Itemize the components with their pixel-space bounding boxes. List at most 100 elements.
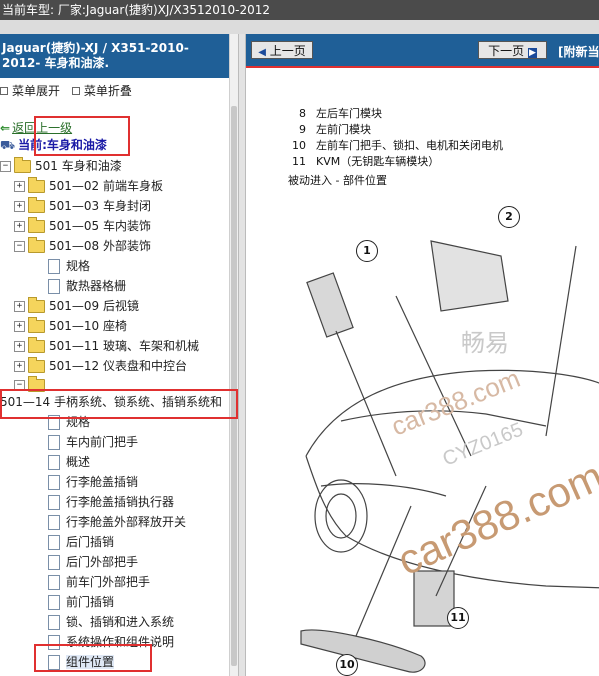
callout-11: 11 bbox=[447, 607, 469, 629]
expand-toggle-icon[interactable]: + bbox=[14, 181, 25, 192]
tree-panel: Jaguar(捷豹)-XJ / X351-2010- 2012- 车身和油漆. … bbox=[0, 34, 238, 676]
module-10 bbox=[300, 629, 426, 673]
window-title-bar: 当前车型: 厂家:Jaguar(捷豹)XJ/X3512010-2012 bbox=[0, 0, 599, 20]
tree-item-501-05[interactable]: +501—05 车内装饰 bbox=[14, 216, 151, 236]
legend-item: 11 KVM（无钥匙车辆模块） bbox=[288, 154, 503, 170]
tree-leaf-front-handle[interactable]: 前车门外部把手 bbox=[48, 572, 150, 592]
folder-icon bbox=[28, 237, 45, 253]
callout-10: 10 bbox=[336, 654, 358, 676]
legend-list: 8 左后车门模块 9 左前门模块 10 左前车门把手、锁扣、电机和关闭电机 11 KVM… bbox=[288, 106, 503, 170]
next-page-button[interactable]: 下一页 ▶ bbox=[478, 41, 547, 59]
menu-expand-button[interactable]: 菜单展开 bbox=[0, 84, 64, 98]
callout-2: 2 bbox=[498, 206, 520, 228]
tree-leaf-trunk-actuator[interactable]: 行李舱盖插销执行器 bbox=[48, 492, 174, 512]
tree-scrollbar-thumb[interactable] bbox=[231, 106, 237, 666]
expand-toggle-icon[interactable]: + bbox=[14, 341, 25, 352]
legend-text: 左前门模块 bbox=[316, 123, 371, 136]
document-icon bbox=[48, 535, 60, 550]
document-icon bbox=[48, 259, 60, 274]
tree-leaf-specs[interactable]: 规格 bbox=[48, 256, 90, 276]
legend-text: 左后车门模块 bbox=[316, 107, 382, 120]
folder-icon bbox=[28, 177, 45, 193]
document-icon bbox=[48, 595, 60, 610]
tree-leaf-specs-14[interactable]: 规格 bbox=[48, 412, 90, 432]
tree-item-501-11[interactable]: +501—11 玻璃、车架和机械 bbox=[14, 336, 199, 356]
folder-icon bbox=[28, 197, 45, 213]
tree-item-label: 概述 bbox=[66, 455, 91, 469]
back-link-label: 返回上一级 bbox=[12, 121, 73, 135]
callout-1: 1 bbox=[356, 240, 378, 262]
tree-item-label: 车内前门把手 bbox=[66, 435, 139, 449]
tree-leaf-component-location[interactable]: 组件位置 bbox=[48, 652, 115, 672]
toolbar-spacer bbox=[0, 20, 599, 34]
collapse-toggle-icon[interactable]: − bbox=[14, 380, 25, 391]
tree-root-501[interactable]: − 501 车身和油漆 bbox=[0, 156, 122, 176]
tree-item-label: 规格 bbox=[66, 259, 91, 273]
section-header-line2: 2012- 车身和油漆. bbox=[2, 56, 110, 70]
folder-icon bbox=[28, 357, 45, 373]
folder-icon bbox=[28, 376, 45, 392]
tree-leaf-overview[interactable]: 概述 bbox=[48, 452, 90, 472]
expand-toggle-icon[interactable]: + bbox=[14, 321, 25, 332]
tree-item-501-03[interactable]: +501—03 车身封闭 bbox=[14, 196, 151, 216]
document-icon bbox=[48, 495, 60, 510]
section-header: Jaguar(捷豹)-XJ / X351-2010- 2012- 车身和油漆. bbox=[0, 34, 238, 78]
folder-icon bbox=[28, 217, 45, 233]
tree-item-501-10[interactable]: +501—10 座椅 bbox=[14, 316, 127, 336]
expand-toggle-icon[interactable]: + bbox=[14, 361, 25, 372]
nav-tag: [附新当 bbox=[558, 45, 599, 59]
tree-leaf-rear-latch[interactable]: 后门插销 bbox=[48, 532, 114, 552]
prev-page-button[interactable]: ◀ 上一页 bbox=[251, 41, 313, 59]
expand-toggle-icon[interactable]: + bbox=[14, 201, 25, 212]
tree-item-label: 组件位置 bbox=[66, 655, 115, 669]
expand-toggle-icon[interactable]: + bbox=[14, 221, 25, 232]
menu-expand-label: 菜单展开 bbox=[12, 84, 61, 98]
tree-item-501-14[interactable]: 501—14 手柄系统、锁系统、插销系统和 bbox=[0, 392, 222, 412]
tree-item-501-08[interactable]: − 501—08 外部装饰 bbox=[14, 236, 151, 256]
tree-item-label: 锁、插销和进入系统 bbox=[66, 615, 175, 629]
tree-leaf-grille[interactable]: 散热器格栅 bbox=[48, 276, 126, 296]
tree-item-501-09[interactable]: +501—09 后视镜 bbox=[14, 296, 139, 316]
back-arrow-icon: ⇐ bbox=[0, 121, 11, 135]
arrow-left-icon: ◀ bbox=[258, 47, 266, 58]
tree-leaf-trunk-latch[interactable]: 行李舱盖插销 bbox=[48, 472, 138, 492]
tree-item-label: 规格 bbox=[66, 415, 91, 429]
tree-item-label: 501—09 后视镜 bbox=[49, 299, 139, 313]
tree-item-label: 501—05 车内装饰 bbox=[49, 219, 151, 233]
document-icon bbox=[48, 415, 60, 430]
document-icon bbox=[48, 475, 60, 490]
tree-leaf-rear-handle[interactable]: 后门外部把手 bbox=[48, 552, 138, 572]
document-icon bbox=[48, 279, 60, 294]
page-nav-bar: ◀ 上一页 下一页 ▶ [附新当 bbox=[246, 34, 599, 66]
tree-leaf-front-latch[interactable]: 前门插销 bbox=[48, 592, 114, 612]
document-icon bbox=[48, 615, 60, 630]
tree-item-label: 501—11 玻璃、车架和机械 bbox=[49, 339, 199, 353]
current-node: ⛟ 当前:车身和油漆 bbox=[0, 135, 107, 155]
menu-collapse-label: 菜单折叠 bbox=[83, 84, 132, 98]
document-icon bbox=[48, 515, 60, 530]
tree-item-501-02[interactable]: +501—02 前端车身板 bbox=[14, 176, 163, 196]
legend-item: 8 左后车门模块 bbox=[288, 106, 503, 122]
watermark-id: CYZ0165 bbox=[440, 419, 527, 471]
collapse-toggle-icon[interactable]: − bbox=[14, 241, 25, 252]
tree-leaf-system-op[interactable]: 系统操作和组件说明 bbox=[48, 632, 174, 652]
current-node-label: 当前:车身和油漆 bbox=[18, 138, 107, 152]
tree-leaf-trunk-switch[interactable]: 行李舱盖外部释放开关 bbox=[48, 512, 186, 532]
legend-number: 10 bbox=[292, 139, 306, 152]
watermark-cn: 畅易 bbox=[461, 330, 509, 357]
tree-leaf-lock-entry[interactable]: 锁、插销和进入系统 bbox=[48, 612, 174, 632]
tree-scrollbar[interactable] bbox=[229, 34, 238, 676]
tree-leaf-inner-handle[interactable]: 车内前门把手 bbox=[48, 432, 138, 452]
menu-ops: 菜单展开 菜单折叠 bbox=[0, 82, 140, 100]
expand-toggle-icon[interactable]: + bbox=[14, 301, 25, 312]
panel-splitter[interactable] bbox=[238, 34, 246, 676]
tree-item-label: 后门插销 bbox=[66, 535, 115, 549]
arrow-right-icon: ▶ bbox=[527, 48, 537, 58]
menu-collapse-button[interactable]: 菜单折叠 bbox=[71, 84, 136, 98]
tree-item-label: 501—12 仪表盘和中控台 bbox=[49, 359, 187, 373]
tree-item-501-12[interactable]: +501—12 仪表盘和中控台 bbox=[14, 356, 187, 376]
document-icon bbox=[48, 575, 60, 590]
tree-item-label: 前门插销 bbox=[66, 595, 115, 609]
collapse-toggle-icon[interactable]: − bbox=[0, 161, 11, 172]
tree-item-label: 501—08 外部装饰 bbox=[49, 239, 151, 253]
